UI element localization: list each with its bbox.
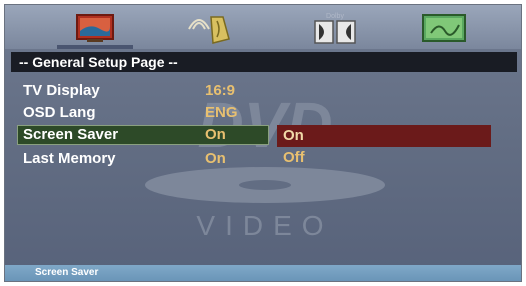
tab-dolby-setup[interactable]: Dolby <box>305 9 365 47</box>
speaker-hand-icon <box>188 16 230 44</box>
dolby-icon: Dolby <box>314 13 356 44</box>
setting-value: 16:9 <box>205 82 236 99</box>
osd-screen: Dolby -- General Setup Page -- DVD VIDEO… <box>4 4 522 282</box>
option-on[interactable]: On <box>277 125 491 147</box>
option-off[interactable]: Off <box>277 147 491 169</box>
setting-value: ENG <box>205 104 238 121</box>
option-list: On Off <box>277 125 491 169</box>
setting-value: On <box>205 126 226 143</box>
tab-general-setup[interactable] <box>57 9 133 49</box>
preference-icon <box>422 14 466 42</box>
dolby-tab-label: Dolby <box>326 13 344 20</box>
setting-label: TV Display <box>23 82 100 99</box>
tv-picture-icon <box>76 14 114 42</box>
setting-label: Screen Saver <box>23 126 119 143</box>
status-bar: Screen Saver <box>5 265 521 281</box>
video-logo-text: VIDEO <box>196 210 333 241</box>
tab-preference-setup[interactable] <box>413 9 473 47</box>
setup-tab-bar: Dolby <box>5 5 521 49</box>
setting-label: Last Memory <box>23 150 116 167</box>
tab-audio-setup[interactable] <box>183 9 243 47</box>
setting-label: OSD Lang <box>23 104 96 121</box>
setting-value: On <box>205 150 226 167</box>
page-title: -- General Setup Page -- <box>11 52 517 72</box>
